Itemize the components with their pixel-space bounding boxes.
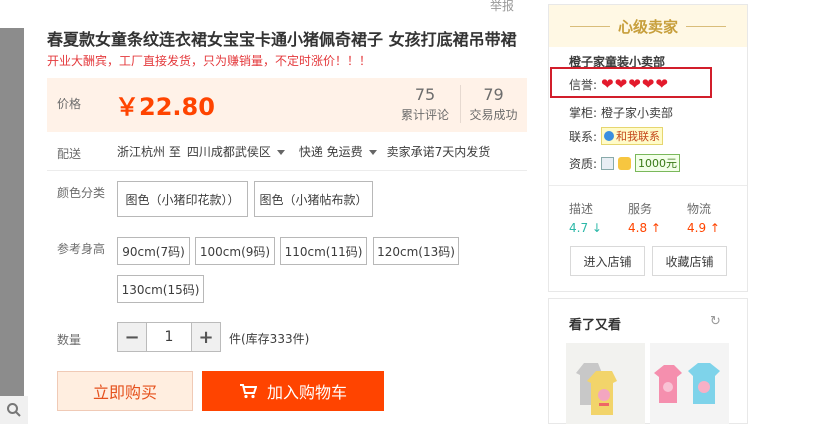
bond-icon [618, 156, 632, 170]
trades-count: 79 [483, 85, 504, 104]
wangwang-icon [604, 131, 615, 141]
trades-stat: 79 交易成功 [460, 85, 526, 123]
id-verified-icon[interactable] [601, 156, 615, 170]
score-label: 物流 [687, 202, 712, 216]
reviews-count: 75 [414, 85, 436, 104]
quantity-input[interactable]: 1 [146, 323, 192, 351]
contact-text: 和我联系 [616, 130, 661, 143]
report-link[interactable]: 举报 [490, 0, 514, 14]
product-gallery-strip [0, 28, 24, 400]
divider [549, 185, 747, 186]
arrow-up-icon: ↑ [709, 221, 720, 235]
score-value: 4.8 ↑ [628, 221, 661, 235]
score-value: 4.7 ↓ [569, 221, 602, 235]
seller-level: 心级卖家 [617, 17, 678, 36]
score-label: 描述 [569, 202, 594, 216]
quantity-stepper: − 1 + [117, 322, 221, 352]
product-subtitle: 开业大酬宾，工厂直接发货，只为赚销量，不定时涨价！！！ [47, 54, 372, 68]
also-viewed-thumb-2[interactable] [650, 343, 729, 424]
contact-row: 联系: 和我联系 [569, 127, 664, 145]
reviews-stat[interactable]: 75 累计评论 [392, 85, 458, 123]
price-label: 价格 [57, 97, 82, 111]
color-option-2[interactable]: 图色（小猪帖布款） [254, 181, 373, 217]
buy-now-button[interactable]: 立即购买 [57, 371, 193, 411]
color-option-1[interactable]: 图色（小猪印花款）） [117, 181, 248, 217]
delivery-promise: 卖家承诺7天内发货 [386, 145, 491, 159]
also-viewed-title: 看了又看 [569, 318, 622, 333]
magnifier-icon [7, 403, 21, 417]
manager-name[interactable]: 橙子家小卖部 [601, 104, 673, 121]
highlight-box [550, 67, 712, 98]
quantity-label: 数量 [57, 333, 82, 347]
also-viewed-thumb-1[interactable] [566, 343, 645, 424]
quantity-minus-button[interactable]: − [118, 323, 146, 351]
color-label: 颜色分类 [57, 186, 106, 200]
delivery-from: 浙江杭州 至 [117, 145, 181, 159]
qualification-label: 资质: [569, 156, 598, 171]
divider [569, 25, 610, 27]
chevron-down-icon [276, 150, 285, 155]
arrow-up-icon: ↑ [650, 221, 661, 235]
size-option-120[interactable]: 120cm(13码) [373, 237, 459, 265]
favorite-shop-button[interactable]: 收藏店铺 [652, 246, 727, 276]
shipping-select[interactable]: 快递 免运费 [299, 143, 377, 160]
size-option-100[interactable]: 100cm(9码) [195, 237, 275, 265]
delivery-row: 浙江杭州 至 四川成都武侯区 快递 免运费 卖家承诺7天内发货 [117, 143, 490, 160]
also-viewed-panel: 看了又看 ↻ [548, 298, 748, 424]
refresh-icon[interactable]: ↻ [710, 314, 721, 329]
score-value: 4.9 ↑ [687, 221, 720, 235]
score-description: 描述 4.7 ↓ [569, 200, 619, 235]
add-to-cart-button[interactable]: 加入购物车 [202, 371, 384, 411]
qualification-row: 资质: 1000元 [569, 154, 681, 172]
stock-text: 件(库存333件) [229, 332, 310, 346]
score-logistics: 物流 4.9 ↑ [687, 200, 737, 235]
price-value: ￥22.80 [115, 93, 215, 121]
dress-image [566, 343, 645, 424]
delivery-destination-select[interactable]: 四川成都武侯区 [187, 143, 285, 160]
add-to-cart-label: 加入购物车 [266, 383, 347, 402]
trades-label: 交易成功 [469, 108, 518, 122]
seller-level-header: 心级卖家 [549, 5, 747, 47]
score-label: 服务 [628, 202, 653, 216]
bond-badge[interactable]: 1000元 [635, 154, 681, 172]
divider [47, 170, 527, 171]
contact-seller-button[interactable]: 和我联系 [601, 127, 664, 145]
size-label: 参考身高 [57, 242, 106, 256]
seller-panel: 心级卖家 橙子家童装小卖部 信誉: ❤❤❤❤❤ 掌柜: 橙子家小卖部 联系: 和… [548, 4, 748, 292]
arrow-down-icon: ↓ [591, 221, 602, 235]
size-option-130[interactable]: 130cm(15码) [117, 275, 204, 303]
enter-shop-button[interactable]: 进入店铺 [570, 246, 645, 276]
manager-label: 掌柜: [569, 106, 598, 120]
quantity-plus-button[interactable]: + [192, 323, 220, 351]
zoom-button[interactable] [0, 396, 28, 424]
divider [686, 25, 726, 27]
chevron-down-icon [368, 150, 377, 155]
product-title: 春夏款女童条纹连衣裙女宝宝卡通小猪佩奇裙子 女孩打底裙吊带裙 [47, 30, 517, 49]
contact-label: 联系: [569, 129, 598, 144]
tshirt-image [650, 343, 729, 424]
manager-row: 掌柜: 橙子家小卖部 [569, 104, 673, 121]
size-option-90[interactable]: 90cm(7码) [117, 237, 190, 265]
size-option-110[interactable]: 110cm(11码) [280, 237, 367, 265]
price-panel: 价格 ￥22.80 75 累计评论 79 交易成功 [47, 78, 527, 132]
cart-icon [239, 384, 257, 399]
score-service: 服务 4.8 ↑ [628, 200, 678, 235]
reviews-label: 累计评论 [400, 108, 449, 122]
delivery-label: 配送 [57, 147, 82, 161]
